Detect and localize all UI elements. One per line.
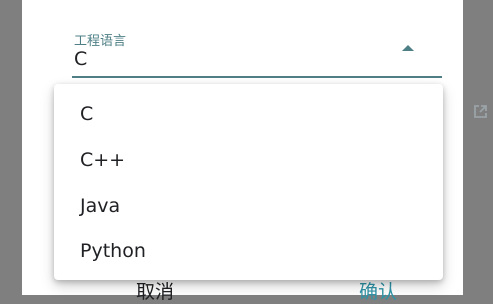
menu-item-label: Python: [80, 240, 146, 262]
menu-item-python[interactable]: Python: [54, 228, 443, 274]
language-select-field[interactable]: 工程语言 C: [50, 24, 442, 80]
open-in-new-icon[interactable]: [472, 103, 489, 120]
field-label: 工程语言: [74, 34, 127, 49]
menu-item-label: C: [80, 103, 94, 125]
field-underline: [72, 76, 442, 78]
caret-up-icon[interactable]: [402, 45, 414, 51]
menu-item-java[interactable]: Java: [54, 183, 443, 229]
confirm-button[interactable]: 确认: [359, 277, 397, 304]
menu-item-cpp[interactable]: C++: [54, 137, 443, 183]
dropdown-menu: C C++ Java Python: [54, 84, 443, 280]
menu-item-label: Java: [80, 195, 121, 217]
selected-value: C: [74, 48, 88, 70]
menu-item-label: C++: [80, 149, 126, 171]
menu-item-c[interactable]: C: [54, 91, 443, 137]
cancel-button[interactable]: 取消: [136, 277, 174, 304]
